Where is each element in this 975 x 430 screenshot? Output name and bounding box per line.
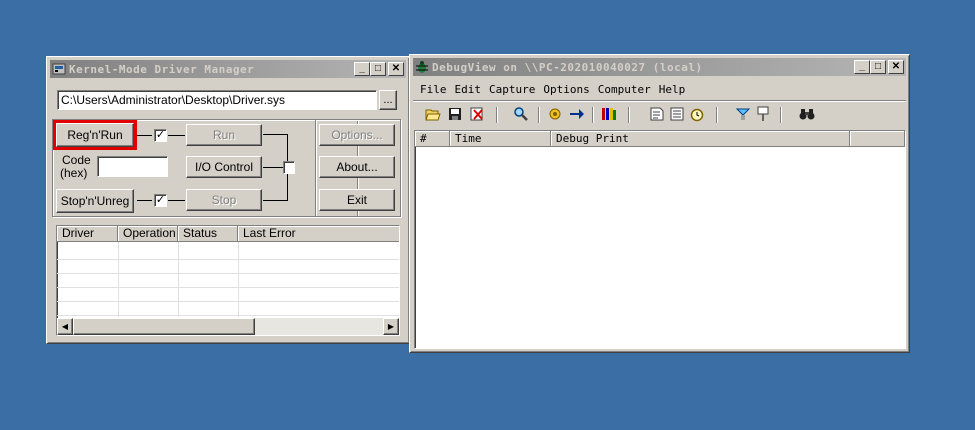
pin-icon[interactable] bbox=[754, 105, 772, 123]
search-binoculars-icon[interactable] bbox=[798, 105, 816, 123]
driver-app-icon bbox=[52, 63, 66, 75]
debugview-bug-icon bbox=[416, 61, 428, 73]
col-status[interactable]: Status bbox=[178, 226, 238, 242]
connector bbox=[137, 200, 152, 201]
connector bbox=[137, 135, 152, 136]
scroll-right-button[interactable]: ▶ bbox=[383, 318, 399, 335]
reg-run-button[interactable]: Reg'n'Run bbox=[53, 120, 137, 150]
close-button[interactable]: ✕ bbox=[388, 62, 404, 76]
menu-bar: File Edit Capture Options Computer Help bbox=[420, 83, 693, 96]
ioctl-code-input[interactable] bbox=[97, 156, 168, 177]
connector bbox=[263, 167, 283, 168]
scroll-left-button[interactable]: ◀ bbox=[57, 318, 73, 335]
col-filler bbox=[850, 131, 905, 147]
debugview-window: DebugView on \\PC-202010040027 (local) _… bbox=[409, 54, 910, 353]
stop-unreg-button[interactable]: Stop'n'Unreg bbox=[56, 189, 134, 213]
browse-button[interactable]: ... bbox=[379, 90, 397, 110]
connector bbox=[168, 200, 185, 201]
menu-options[interactable]: Options bbox=[543, 83, 589, 96]
menu-file[interactable]: File bbox=[420, 83, 447, 96]
find-icon[interactable] bbox=[512, 105, 530, 123]
reg-run-checkbox[interactable]: ✓ bbox=[154, 129, 167, 142]
col-last-error[interactable]: Last Error bbox=[238, 226, 399, 242]
menu-capture[interactable]: Capture bbox=[489, 83, 535, 96]
horizontal-scrollbar[interactable]: ◀ ▶ bbox=[57, 318, 399, 335]
minimize-button[interactable]: _ bbox=[854, 60, 870, 74]
maximize-button[interactable]: □ bbox=[370, 62, 386, 76]
exit-button[interactable]: Exit bbox=[319, 189, 395, 211]
io-control-checkbox[interactable] bbox=[283, 161, 295, 174]
toolbar bbox=[420, 105, 900, 125]
kmd-titlebar[interactable]: Kernel-Mode Driver Manager _ □ ✕ bbox=[50, 60, 406, 78]
close-button[interactable]: ✕ bbox=[888, 60, 904, 74]
clear-icon[interactable] bbox=[468, 105, 486, 123]
driver-path-field[interactable]: C:\Users\Administrator\Desktop\Driver.sy… bbox=[57, 90, 377, 110]
col-debug-print[interactable]: Debug Print bbox=[551, 131, 850, 147]
menu-edit[interactable]: Edit bbox=[455, 83, 482, 96]
debugview-title: DebugView on \\PC-202010040027 (local) bbox=[432, 60, 703, 74]
options-button[interactable]: Options... bbox=[319, 124, 395, 146]
time-icon[interactable] bbox=[648, 105, 666, 123]
highlight-icon[interactable] bbox=[734, 105, 752, 123]
col-driver[interactable]: Driver bbox=[57, 226, 118, 242]
stop-unreg-checkbox[interactable]: ✓ bbox=[154, 194, 167, 207]
minimize-button[interactable]: _ bbox=[354, 62, 370, 76]
col-time[interactable]: Time bbox=[450, 131, 551, 147]
io-control-button[interactable]: I/O Control bbox=[186, 156, 262, 178]
clock-icon[interactable] bbox=[688, 105, 706, 123]
filter-icon[interactable] bbox=[600, 105, 618, 123]
kmd-window: Kernel-Mode Driver Manager _ □ ✕ C:\User… bbox=[46, 56, 410, 344]
save-icon[interactable] bbox=[446, 105, 464, 123]
history-icon[interactable] bbox=[668, 105, 686, 123]
col-number[interactable]: # bbox=[415, 131, 450, 147]
driver-list[interactable]: Driver Operation Status Last Error ◀ ▶ bbox=[56, 225, 400, 336]
run-button[interactable]: Run bbox=[186, 124, 262, 146]
col-operation[interactable]: Operation bbox=[118, 226, 178, 242]
autoscroll-icon[interactable] bbox=[568, 105, 586, 123]
debug-output-list[interactable]: # Time Debug Print bbox=[414, 130, 906, 349]
hex-label: (hex) bbox=[60, 166, 88, 180]
capture-icon[interactable] bbox=[546, 105, 564, 123]
driver-path-value: C:\Users\Administrator\Desktop\Driver.sy… bbox=[61, 93, 286, 107]
stop-button[interactable]: Stop bbox=[186, 189, 262, 211]
connector bbox=[168, 135, 185, 136]
maximize-button[interactable]: □ bbox=[870, 60, 886, 74]
connector bbox=[263, 200, 287, 201]
connector bbox=[263, 134, 287, 135]
debugview-titlebar[interactable]: DebugView on \\PC-202010040027 (local) _… bbox=[413, 58, 906, 76]
kmd-title: Kernel-Mode Driver Manager bbox=[69, 62, 255, 76]
open-icon[interactable] bbox=[424, 105, 442, 123]
menu-help[interactable]: Help bbox=[659, 83, 686, 96]
menu-computer[interactable]: Computer bbox=[598, 83, 651, 96]
scroll-thumb[interactable] bbox=[73, 318, 255, 335]
code-label: Code bbox=[62, 153, 91, 167]
about-button[interactable]: About... bbox=[319, 156, 395, 178]
